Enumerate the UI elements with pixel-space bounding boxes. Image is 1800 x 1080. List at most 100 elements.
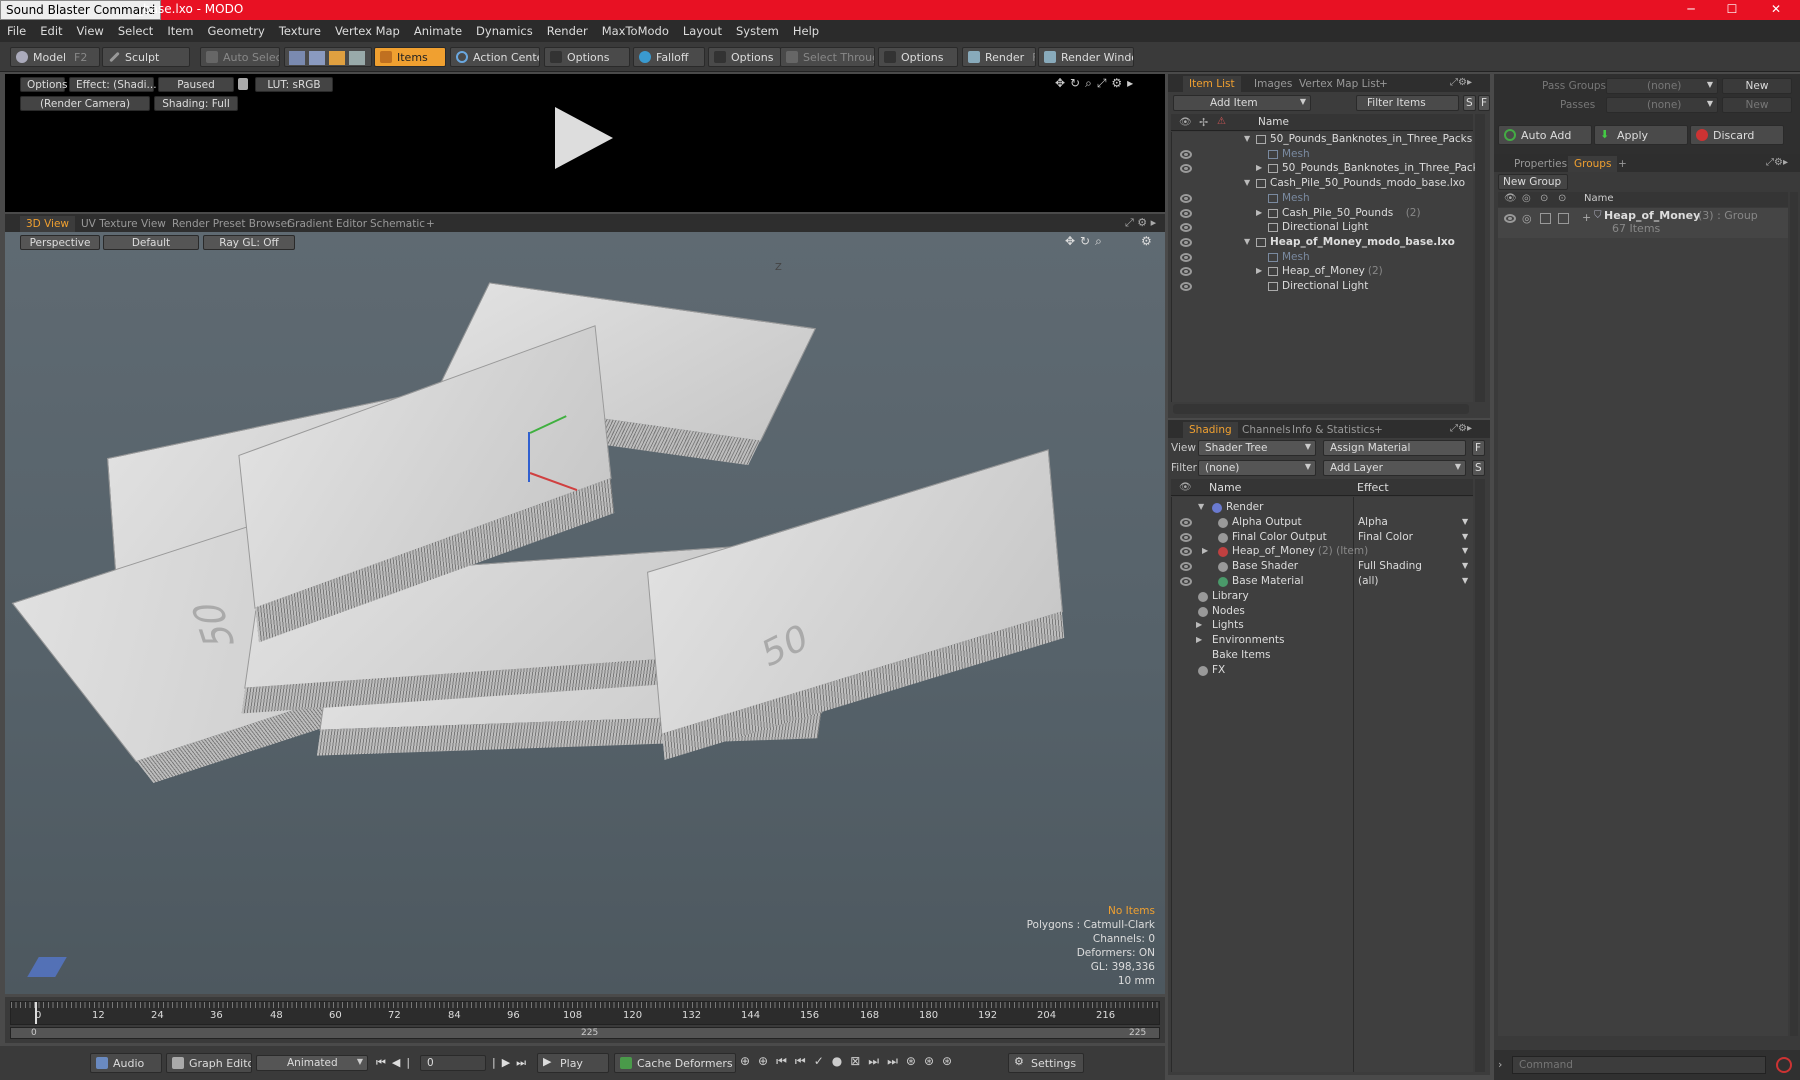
viewport-nav-controls[interactable]: ✥↻⌕ [1065, 234, 1107, 249]
vertex-mode-icon[interactable] [289, 51, 305, 65]
list-item[interactable]: Mesh [1172, 250, 1474, 265]
timeline-range-bar[interactable]: 0 225 225 [10, 1027, 1160, 1039]
select-checkbox[interactable] [1558, 213, 1569, 224]
group-row[interactable]: ◎ + ⛉ Heap_of_Money (3) : Group 67 Items [1498, 208, 1788, 238]
list-item[interactable]: Base Shader Full Shading ▼ [1172, 559, 1474, 574]
render-window-button[interactable]: Render Window [1038, 47, 1134, 67]
add-layer-dropdown[interactable]: Add Layer ▼ [1323, 460, 1466, 476]
pass-groups-dropdown[interactable]: (none) ▼ [1606, 78, 1718, 94]
name-column-header[interactable]: Name [1209, 481, 1241, 494]
eye-icon[interactable] [1180, 517, 1192, 527]
eye-icon[interactable] [1180, 149, 1192, 159]
eye-icon[interactable] [1180, 252, 1192, 262]
timeline[interactable]: 0 12 24 36 48 60 72 84 96 108 120 132 14… [5, 997, 1165, 1043]
raygl-button[interactable]: Ray GL: Off [203, 235, 295, 250]
tab-uv-texture-view[interactable]: UV Texture View [75, 216, 172, 232]
list-item[interactable]: FX [1172, 663, 1474, 678]
audio-button[interactable]: Audio [90, 1053, 162, 1073]
transport-back-controls[interactable]: ⏮◀| [376, 1056, 416, 1070]
passes-dropdown[interactable]: (none) ▼ [1606, 97, 1718, 113]
menu-animate[interactable]: Animate [407, 20, 469, 38]
tab-groups[interactable]: Groups [1568, 156, 1618, 172]
expand-arrow-icon[interactable]: ▼ [1244, 178, 1250, 187]
preview-effect-button[interactable]: Effect: (Shadi... [69, 77, 157, 92]
list-item[interactable]: Final Color Output Final Color ▼ [1172, 530, 1474, 545]
perspective-button[interactable]: Perspective [20, 235, 100, 250]
effect-dropdown-icon[interactable]: ▼ [1462, 546, 1468, 555]
3d-viewport[interactable]: Perspective Default Ray GL: Off ✥↻⌕ ⚙ Z … [5, 232, 1165, 994]
minimize-button[interactable]: ─ [1672, 0, 1710, 20]
menu-help[interactable]: Help [786, 20, 826, 38]
filter-f-button[interactable]: F [1478, 95, 1490, 111]
eye-icon[interactable] [1180, 547, 1192, 557]
list-item[interactable]: ▼ 50_Pounds_Banknotes_in_Three_Packs ... [1172, 132, 1486, 147]
render-camera-button[interactable]: (Render Camera) [20, 96, 150, 111]
menu-file[interactable]: File [0, 20, 33, 38]
record-icon[interactable] [1776, 1057, 1792, 1073]
default-style-button[interactable]: Default [103, 235, 199, 250]
action-center-options-button[interactable]: Options [544, 47, 630, 67]
preview-view-controls[interactable]: ✥↻⌕⤢⚙▸ [1055, 76, 1155, 90]
edge-mode-icon[interactable] [309, 51, 325, 65]
add-tab-button[interactable]: + [420, 216, 441, 232]
panel-settings-icon[interactable]: ⤢⚙▸ [1766, 157, 1788, 168]
menu-layout[interactable]: Layout [676, 20, 729, 38]
expand-arrow-icon[interactable]: ▶ [1196, 635, 1202, 644]
play-button[interactable]: ▶ Play [537, 1053, 609, 1073]
list-item[interactable]: Nodes [1172, 604, 1474, 619]
polygon-mode-icon[interactable] [329, 51, 345, 65]
view-settings-icon[interactable]: ⤢ ⚙ ▸ [1125, 216, 1156, 230]
action-center-button[interactable]: Action Center [450, 47, 540, 67]
expand-arrow-icon[interactable]: ▶ [1256, 266, 1262, 275]
list-item[interactable]: ▶ Cash_Pile_50_Pounds (2) [1172, 206, 1474, 221]
expand-arrow-icon[interactable]: ▼ [1244, 134, 1250, 143]
list-item[interactable]: Alpha Output Alpha ▼ [1172, 515, 1474, 530]
preview-paused-button[interactable]: Paused [158, 77, 234, 92]
cache-deformers-button[interactable]: Cache Deformers [614, 1053, 736, 1073]
timeline-ruler[interactable]: 0 12 24 36 48 60 72 84 96 108 120 132 14… [10, 1001, 1160, 1025]
eye-icon[interactable] [1180, 267, 1192, 277]
menu-edit[interactable]: Edit [33, 20, 69, 38]
eye-icon[interactable] [1180, 577, 1192, 586]
menu-dynamics[interactable]: Dynamics [469, 20, 540, 38]
effect-dropdown-icon[interactable]: ▼ [1462, 517, 1468, 526]
play-icon[interactable] [555, 107, 613, 169]
tab-images[interactable]: Images [1248, 76, 1298, 92]
list-item[interactable]: ▼ Render [1172, 500, 1474, 515]
name-column-header[interactable]: Name [1258, 116, 1289, 128]
expand-arrow-icon[interactable]: ▼ [1198, 502, 1204, 511]
command-input[interactable] [1512, 1056, 1766, 1074]
tab-item-list[interactable]: Item List [1183, 76, 1241, 92]
list-item[interactable]: Base Material (all) ▼ [1172, 574, 1474, 589]
auto-add-button[interactable]: Auto Add [1498, 125, 1592, 145]
transport-forward-controls[interactable]: |▶⏭ [492, 1056, 532, 1070]
settings-button[interactable]: ⚙ Settings [1008, 1053, 1084, 1073]
list-item[interactable]: Directional Light [1172, 279, 1474, 294]
eye-icon[interactable] [1180, 562, 1192, 572]
playhead[interactable] [35, 1002, 37, 1024]
list-item[interactable]: ▶ Lights [1172, 618, 1474, 633]
model-button[interactable]: Model F2 [10, 47, 100, 67]
list-item[interactable]: Mesh [1172, 191, 1474, 206]
tab-3d-view[interactable]: 3D View [20, 216, 76, 232]
select-through-options-button[interactable]: Options [878, 47, 958, 67]
items-mode-button[interactable]: Items [374, 47, 446, 67]
preview-options-button[interactable]: Options [20, 77, 68, 92]
effect-dropdown-icon[interactable]: ▼ [1462, 576, 1468, 585]
eye-icon[interactable] [1180, 193, 1192, 203]
effect-column-header[interactable]: Effect [1357, 481, 1389, 494]
list-item[interactable]: ▼ Cash_Pile_50_Pounds_modo_base.lxo [1172, 176, 1474, 191]
add-tab-button[interactable]: + [1612, 156, 1633, 172]
effect-dropdown-icon[interactable]: ▼ [1462, 561, 1468, 570]
eye-icon[interactable] [1504, 214, 1516, 223]
expand-arrow-icon[interactable]: ▶ [1202, 546, 1208, 555]
list-item[interactable]: ▶ Heap_of_Money (2) (Item) ▼ [1172, 544, 1474, 559]
assign-material-field[interactable]: Assign Material [1323, 440, 1466, 456]
tab-gradient-editor[interactable]: Gradient Editor [281, 216, 373, 232]
menu-geometry[interactable]: Geometry [201, 20, 272, 38]
menu-view[interactable]: View [70, 20, 111, 38]
falloff-button[interactable]: Falloff [633, 47, 705, 67]
list-item[interactable]: Directional Light [1172, 220, 1474, 235]
groups-scrollbar[interactable] [1790, 192, 1798, 1036]
render-button[interactable]: RenderF9 [962, 47, 1036, 67]
